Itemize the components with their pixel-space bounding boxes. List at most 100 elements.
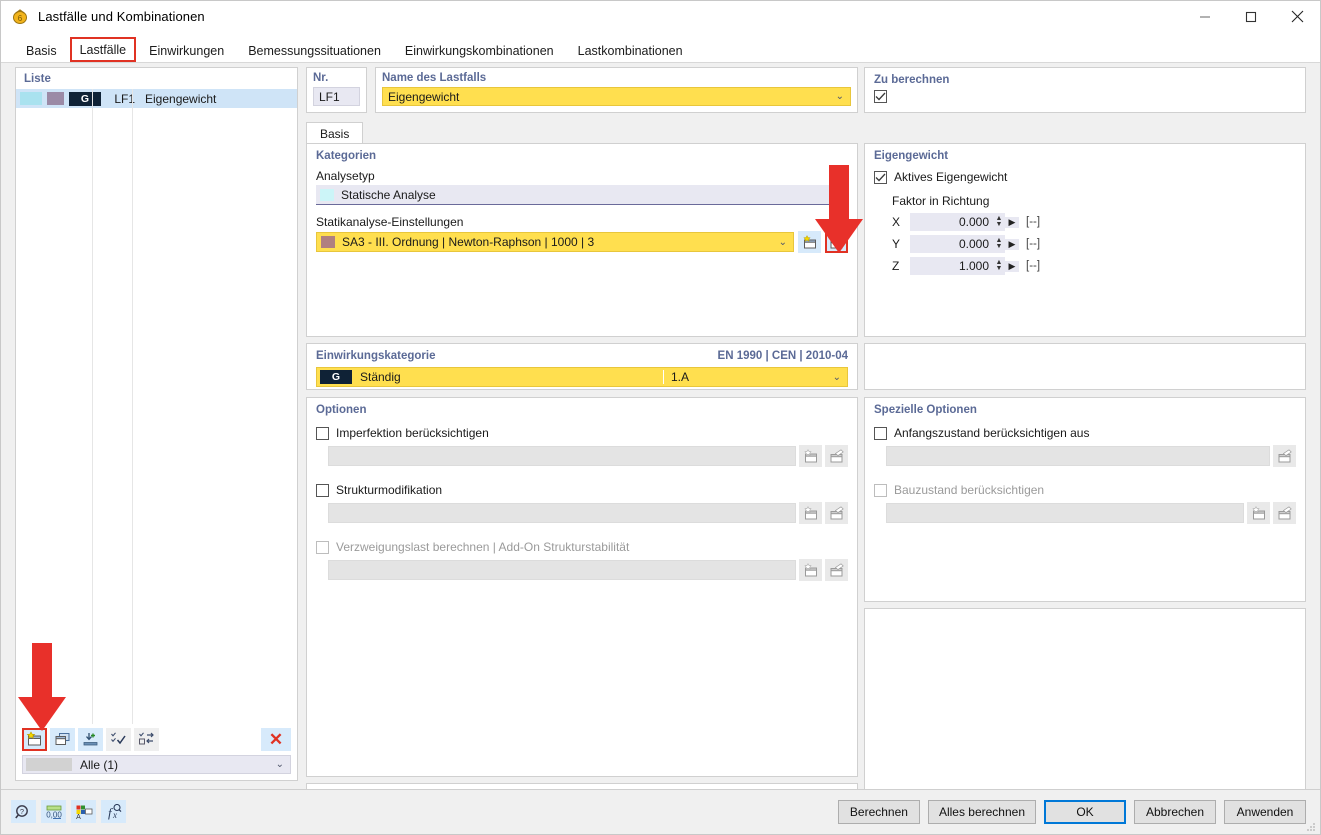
faktor-x-row: X 0.000 ▲▼ ▶ [--] [865, 211, 1305, 233]
load-case-list[interactable]: G LF1 Eigengewicht [16, 89, 297, 724]
analysetyp-combobox[interactable]: Statische Analyse ⌄ [316, 185, 848, 205]
status-icon-group: ? 0,00 A [11, 800, 126, 823]
anfangszustand-label: Anfangszustand berücksichtigen aus [894, 426, 1089, 440]
expand-x-icon[interactable]: ▶ [1005, 217, 1019, 228]
formula-icon[interactable]: f x [101, 800, 126, 823]
new-verzweigungslast-icon [799, 559, 822, 581]
nr-value-field[interactable]: LF1 [313, 87, 360, 106]
edit-imperfektion-icon[interactable] [825, 445, 848, 467]
new-load-case-icon[interactable] [22, 728, 47, 751]
aktives-eigengewicht-checkbox[interactable] [874, 171, 887, 184]
expand-z-icon[interactable]: ▶ [1005, 261, 1019, 272]
maximize-button[interactable] [1228, 1, 1274, 32]
edit-anfangszustand-icon[interactable] [1273, 445, 1296, 467]
minimize-button[interactable] [1182, 1, 1228, 32]
spezielle-optionen-title: Spezielle Optionen [865, 398, 1305, 419]
tab-label: Lastkombinationen [578, 44, 683, 58]
tab-lastfaelle[interactable]: Lastfälle [70, 37, 137, 62]
bauzustand-checkbox [874, 484, 887, 497]
chevron-down-icon: ⌄ [834, 189, 842, 200]
tab-basis[interactable]: Basis [15, 39, 68, 62]
abbrechen-button[interactable]: Abbrechen [1134, 800, 1216, 824]
standard-label: EN 1990 | CEN | 2010-04 [718, 350, 848, 362]
eigengewicht-title: Eigengewicht [865, 144, 1305, 165]
list-filter-dropdown[interactable]: Alle (1) ⌄ [22, 755, 291, 774]
chevron-down-icon: ⌄ [833, 372, 841, 383]
optionen-card: Optionen Imperfektion berücksichtigen [306, 397, 858, 777]
faktor-y-row: Y 0.000 ▲▼ ▶ [--] [865, 233, 1305, 255]
einwirkungskategorie-card: Einwirkungskategorie EN 1990 | CEN | 201… [306, 343, 858, 390]
aktives-eigengewicht-row[interactable]: Aktives Eigengewicht [865, 170, 1305, 184]
filter-swatch [26, 758, 72, 771]
svg-text:6: 6 [18, 14, 23, 23]
copy-load-case-icon[interactable] [50, 728, 75, 751]
tab-einwirkungen[interactable]: Einwirkungen [138, 39, 235, 62]
zu-berechnen-checkbox[interactable] [874, 90, 887, 103]
search-info-icon[interactable]: ? [11, 800, 36, 823]
spinner-x[interactable]: ▲▼ [993, 213, 1005, 231]
import-load-case-icon[interactable] [78, 728, 103, 751]
color-swatch-primary [20, 92, 42, 105]
new-imperfektion-icon[interactable] [799, 445, 822, 467]
chevron-down-icon: ⌄ [276, 759, 284, 770]
window-title: Lastfälle und Kombinationen [38, 9, 205, 24]
einwirkungskategorie-value: Ständig [360, 370, 401, 384]
unit-z: [--] [1026, 260, 1040, 272]
table-row[interactable]: G LF1 Eigengewicht [16, 89, 297, 108]
tab-basis-inner[interactable]: Basis [306, 122, 363, 144]
numeric-format-icon[interactable]: 0,00 [41, 800, 66, 823]
nr-card: Nr. LF1 [306, 67, 367, 113]
bauzustand-label: Bauzustand berücksichtigen [894, 483, 1044, 497]
strukturmodifikation-checkbox-row[interactable]: Strukturmodifikation [307, 483, 857, 497]
verzweigungslast-checkbox-row: Verzweigungslast berechnen | Add-On Stru… [307, 540, 857, 554]
row-name: Eigengewicht [141, 92, 216, 106]
imperfektion-checkbox[interactable] [316, 427, 329, 440]
resize-grip[interactable] [1306, 822, 1316, 832]
edit-strukturmodifikation-icon[interactable] [825, 502, 848, 524]
anwenden-button[interactable]: Anwenden [1224, 800, 1306, 824]
faktor-x-input[interactable]: 0.000 [910, 213, 993, 231]
statikanalyse-einstellungen-combobox[interactable]: SA3 - III. Ordnung | Newton-Raphson | 10… [316, 232, 794, 252]
kategorien-card: Kategorien Analysetyp Statische Analyse … [306, 143, 858, 337]
strukturmodifikation-checkbox[interactable] [316, 484, 329, 497]
statikanalyse-einstellungen-label: Statikanalyse-Einstellungen [307, 205, 857, 231]
tab-label: Einwirkungskombinationen [405, 44, 554, 58]
imperfektion-checkbox-row[interactable]: Imperfektion berücksichtigen [307, 426, 857, 440]
center-column: Nr. LF1 Name des Lastfalls Eigengewicht … [306, 67, 858, 781]
new-strukturmodifikation-icon[interactable] [799, 502, 822, 524]
load-case-name-combobox[interactable]: Eigengewicht ⌄ [382, 87, 851, 106]
delete-icon[interactable]: ✕ [261, 728, 291, 751]
zu-berechnen-title: Zu berechnen [865, 68, 1305, 89]
ok-button[interactable]: OK [1044, 800, 1126, 824]
anfangszustand-input[interactable] [886, 446, 1270, 466]
anfangszustand-checkbox-row[interactable]: Anfangszustand berücksichtigen aus [865, 426, 1305, 440]
faktor-z-input[interactable]: 1.000 [910, 257, 993, 275]
bauzustand-checkbox-row: Bauzustand berücksichtigen [865, 483, 1305, 497]
chevron-down-icon: ⌄ [779, 237, 787, 248]
dialog-button-group: Berechnen Alles berechnen OK Abbrechen A… [838, 800, 1306, 824]
edit-settings-icon[interactable] [825, 231, 848, 253]
spinner-y[interactable]: ▲▼ [993, 235, 1005, 253]
color-legend-icon[interactable]: A [71, 800, 96, 823]
alles-berechnen-button[interactable]: Alles berechnen [928, 800, 1036, 824]
anfangszustand-checkbox[interactable] [874, 427, 887, 440]
close-button[interactable] [1274, 1, 1320, 32]
new-settings-icon[interactable] [798, 231, 821, 253]
select-all-icon[interactable] [106, 728, 131, 751]
axis-label-z: Z [892, 259, 910, 273]
einwirkungskategorie-combobox[interactable]: G Ständig 1.A ⌄ [316, 367, 848, 387]
tab-bemessungssituationen[interactable]: Bemessungssituationen [237, 39, 392, 62]
spinner-z[interactable]: ▲▼ [993, 257, 1005, 275]
svg-text:A: A [76, 814, 81, 820]
tab-lastkombinationen[interactable]: Lastkombinationen [567, 39, 694, 62]
name-label: Name des Lastfalls [376, 68, 857, 86]
unit-y: [--] [1026, 238, 1040, 250]
imperfektion-input[interactable] [328, 446, 796, 466]
faktor-y-input[interactable]: 0.000 [910, 235, 993, 253]
expand-y-icon[interactable]: ▶ [1005, 239, 1019, 250]
tab-einwirkungskombinationen[interactable]: Einwirkungskombinationen [394, 39, 565, 62]
svg-text:x: x [112, 810, 117, 820]
strukturmodifikation-input[interactable] [328, 503, 796, 523]
invert-selection-icon[interactable] [134, 728, 159, 751]
berechnen-button[interactable]: Berechnen [838, 800, 920, 824]
